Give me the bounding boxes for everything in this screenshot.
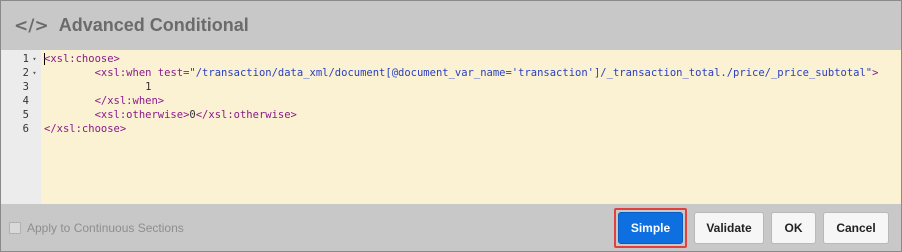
simple-button-highlight: Simple	[614, 207, 687, 248]
code-editor[interactable]: 1 ▾ 2 ▾ 3 4 5 6 <xsl:choose> <xsl:when t…	[1, 50, 901, 204]
code-token-tag: <xsl:choose>	[44, 53, 120, 65]
code-area[interactable]: <xsl:choose> <xsl:when test="/transactio…	[41, 50, 901, 204]
ok-button[interactable]: OK	[771, 211, 816, 244]
code-token-attr: test=	[157, 67, 190, 79]
line-number-gutter: 1 ▾ 2 ▾ 3 4 5 6	[1, 50, 41, 204]
code-icon: </>	[14, 15, 49, 36]
dialog-title-bar: </> Advanced Conditional	[1, 1, 901, 50]
code-line-6[interactable]: </xsl:choose>	[44, 122, 901, 136]
gutter-line: 6	[1, 122, 41, 136]
footer-buttons: Simple Validate OK Cancel	[614, 204, 901, 251]
code-token-text: 1	[145, 81, 152, 93]
code-token-tag: >	[872, 67, 879, 79]
line-number: 4	[22, 95, 29, 107]
simple-button[interactable]: Simple	[618, 211, 683, 244]
gutter-line: 1 ▾	[1, 52, 41, 66]
line-number: 5	[22, 109, 29, 121]
code-line-2[interactable]: <xsl:when test="/transaction/data_xml/do…	[44, 66, 901, 80]
code-token-string: "/transaction/data_xml/document[@documen…	[189, 67, 873, 79]
code-token-tag: <xsl:otherwise>	[94, 109, 190, 121]
code-line-4[interactable]: </xsl:when>	[44, 94, 901, 108]
code-line-5[interactable]: <xsl:otherwise>0</xsl:otherwise>	[44, 108, 901, 122]
gutter-line: 2 ▾	[1, 66, 41, 80]
fold-arrow-icon[interactable]: ▾	[31, 66, 38, 80]
continuous-sections-label: Apply to Continuous Sections	[27, 220, 184, 235]
line-number: 6	[22, 123, 29, 135]
code-line-1[interactable]: <xsl:choose>	[44, 52, 901, 66]
dialog-title: Advanced Conditional	[58, 15, 249, 35]
advanced-conditional-dialog: </> Advanced Conditional 1 ▾ 2 ▾ 3 4 5 6…	[0, 0, 902, 252]
validate-button[interactable]: Validate	[694, 211, 764, 244]
code-token-tag: <xsl:when	[94, 67, 158, 79]
code-token-tag: </xsl:choose>	[44, 123, 127, 135]
code-token-tag: </xsl:when>	[94, 95, 165, 107]
gutter-line: 5	[1, 108, 41, 122]
code-token-tag: </xsl:otherwise>	[195, 109, 297, 121]
cancel-button[interactable]: Cancel	[823, 211, 889, 244]
line-number: 3	[22, 81, 29, 93]
continuous-sections-checkbox[interactable]	[9, 221, 21, 234]
line-number: 2	[22, 67, 29, 79]
gutter-line: 3	[1, 80, 41, 94]
code-line-3[interactable]: 1	[44, 80, 901, 94]
fold-arrow-icon[interactable]: ▾	[31, 52, 38, 66]
gutter-line: 4	[1, 94, 41, 108]
continuous-sections-option[interactable]: Apply to Continuous Sections	[9, 221, 184, 235]
dialog-footer: Apply to Continuous Sections Simple Vali…	[1, 204, 901, 251]
line-number: 1	[22, 53, 29, 65]
